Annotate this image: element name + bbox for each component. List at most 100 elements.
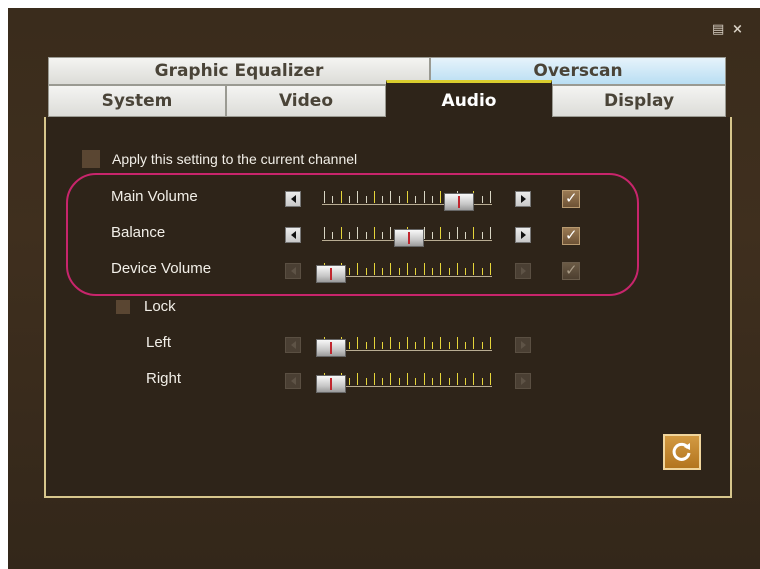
slider-tick	[390, 263, 391, 275]
slider-tick	[473, 373, 474, 385]
slider-tick	[440, 227, 441, 239]
slider-tick	[482, 232, 483, 239]
thumb-marker	[408, 232, 410, 244]
right-decrease-button	[285, 373, 301, 389]
slider-tick	[349, 378, 350, 385]
slider-tick	[490, 263, 491, 275]
slider-tick	[366, 268, 367, 275]
left-arrow-icon	[290, 195, 296, 203]
main-volume-increase-button[interactable]	[515, 191, 531, 207]
slider-tick	[357, 373, 358, 385]
slider-tick	[473, 227, 474, 239]
right-slider[interactable]	[316, 367, 492, 393]
lock-checkbox[interactable]	[116, 300, 130, 314]
slider-tick	[424, 227, 425, 239]
slider-tick	[432, 378, 433, 385]
refresh-icon	[672, 442, 691, 461]
balance-increase-button[interactable]	[515, 227, 531, 243]
slider-tick	[432, 268, 433, 275]
slider-tick	[465, 268, 466, 275]
slider-tick	[390, 227, 391, 239]
slider-tick	[465, 378, 466, 385]
tab-system[interactable]: System	[48, 85, 226, 117]
balance-decrease-button[interactable]	[285, 227, 301, 243]
slider-tick	[424, 191, 425, 203]
tab-graphic-equalizer[interactable]: Graphic Equalizer	[48, 57, 430, 85]
slider-ticks	[322, 261, 492, 275]
slider-thumb[interactable]	[316, 339, 346, 357]
balance-checkbox[interactable]	[562, 226, 580, 245]
left-decrease-button	[285, 337, 301, 353]
left-increase-button	[515, 337, 531, 353]
slider-tick	[349, 196, 350, 203]
slider-tick	[432, 342, 433, 349]
slider-tick	[382, 196, 383, 203]
tab-display[interactable]: Display	[552, 85, 726, 117]
slider-tick	[415, 342, 416, 349]
device-volume-checkbox[interactable]	[562, 261, 580, 280]
slider-tick	[341, 227, 342, 239]
slider-tick	[449, 342, 450, 349]
slider-tick	[366, 232, 367, 239]
close-icon[interactable]: ×	[732, 22, 743, 37]
right-arrow-icon	[520, 377, 526, 385]
slider-tick	[407, 337, 408, 349]
slider-tick	[424, 337, 425, 349]
slider-tick	[374, 191, 375, 203]
slider-tick	[341, 191, 342, 203]
slider-thumb[interactable]	[316, 265, 346, 283]
slider-tick	[449, 378, 450, 385]
balance-slider[interactable]	[322, 221, 492, 247]
slider-tick	[490, 373, 491, 385]
slider-tick	[332, 232, 333, 239]
thumb-marker	[330, 342, 332, 354]
apply-channel-checkbox[interactable]	[82, 150, 100, 168]
slider-track	[322, 386, 492, 387]
thumb-marker	[458, 196, 460, 208]
slider-tick	[415, 268, 416, 275]
left-arrow-icon	[290, 377, 296, 385]
slider-tick	[357, 227, 358, 239]
slider-tick	[407, 191, 408, 203]
menu-icon[interactable]: ▤	[712, 22, 724, 37]
slider-tick	[415, 196, 416, 203]
slider-tick	[432, 232, 433, 239]
main-volume-slider[interactable]	[322, 185, 492, 211]
slider-tick	[357, 191, 358, 203]
main-volume-checkbox[interactable]	[562, 189, 580, 208]
right-arrow-icon	[520, 267, 526, 275]
slider-thumb[interactable]	[316, 375, 346, 393]
balance-label: Balance	[111, 224, 166, 241]
slider-tick	[482, 196, 483, 203]
slider-tick	[440, 263, 441, 275]
slider-ticks	[322, 335, 492, 349]
slider-thumb[interactable]	[444, 193, 474, 211]
slider-tick	[415, 378, 416, 385]
slider-tick	[465, 342, 466, 349]
right-increase-button	[515, 373, 531, 389]
device-volume-slider[interactable]	[316, 257, 492, 283]
left-label: Left	[146, 334, 172, 351]
tab-audio[interactable]: Audio	[386, 80, 552, 120]
left-slider[interactable]	[316, 331, 492, 357]
slider-tick	[440, 373, 441, 385]
slider-tick	[440, 191, 441, 203]
reset-button[interactable]	[663, 434, 701, 470]
slider-tick	[399, 378, 400, 385]
slider-tick	[332, 196, 333, 203]
slider-tick	[482, 378, 483, 385]
slider-thumb[interactable]	[394, 229, 424, 247]
tab-video[interactable]: Video	[226, 85, 386, 117]
slider-tick	[457, 337, 458, 349]
slider-ticks	[322, 371, 492, 385]
slider-tick	[374, 227, 375, 239]
right-arrow-icon	[520, 341, 526, 349]
left-arrow-icon	[290, 231, 296, 239]
main-volume-decrease-button[interactable]	[285, 191, 301, 207]
thumb-marker	[330, 378, 332, 390]
slider-tick	[390, 337, 391, 349]
thumb-marker	[330, 268, 332, 280]
slider-tick	[449, 232, 450, 239]
slider-tick	[374, 263, 375, 275]
slider-tick	[432, 196, 433, 203]
